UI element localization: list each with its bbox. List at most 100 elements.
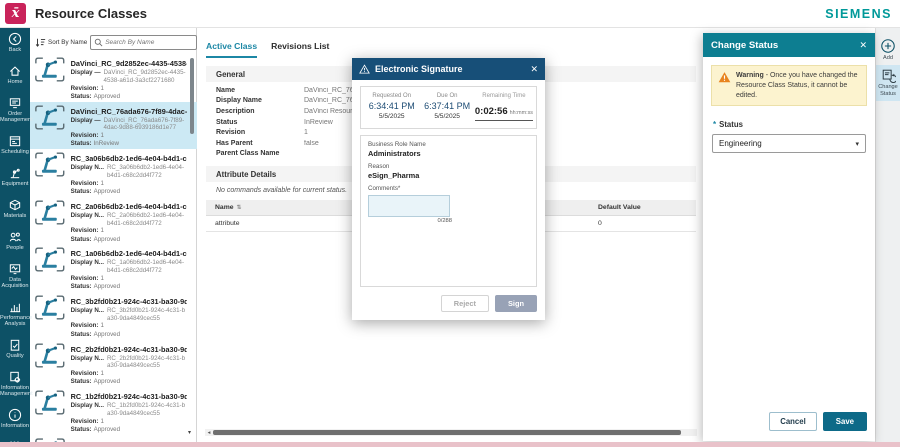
save-button[interactable]: Save	[823, 412, 867, 431]
list-item[interactable]: DaVinci_RC_9d2852ec-4435-4538-a61... Dis…	[30, 54, 197, 102]
list-item[interactable]: RC_2a06b6db2-1ed6-4e04-b4d1-c68c2... Dis…	[30, 197, 197, 245]
sidebar-item-people[interactable]: People	[0, 230, 30, 262]
status-label: Status:	[71, 140, 92, 147]
remaining-value: 0:02:56	[475, 106, 508, 117]
search-icon	[94, 38, 103, 47]
status-value: Approved	[94, 283, 121, 290]
field-label: Parent Class Name	[216, 150, 304, 157]
right-action-rail: Add Change Status	[875, 28, 900, 442]
revision-value: 1	[100, 418, 103, 425]
revision-value: 1	[100, 180, 103, 187]
status-label: Status:	[71, 378, 92, 385]
sidebar-item-home[interactable]: Home	[0, 64, 30, 96]
equipment-icon	[8, 166, 22, 180]
sort-arrows-icon[interactable]: ⇅	[237, 205, 242, 211]
list-item[interactable]: RC_3a06b6db2-1ed6-4e04-b4d1-c68c2... Dis…	[30, 149, 197, 197]
sidebar-item-equipment[interactable]: Equipment	[0, 166, 30, 198]
sidebar-item-information[interactable]: Information	[0, 408, 30, 440]
comments-textarea[interactable]	[368, 195, 450, 217]
list-item[interactable]: RC_1b2fd0b21-924c-4c31-ba30-9da484... Di…	[30, 387, 197, 435]
resource-class-list-panel: Sort By Name DaVinci_RC_9d2852ec-4435-45…	[30, 28, 197, 442]
sidebar-item-scheduling[interactable]: Scheduling	[0, 134, 30, 166]
display-value: DaVinci_RC_9d2852ec-4435-4538-a61d-3a3cf…	[104, 69, 187, 85]
revision-value: 1	[100, 227, 103, 234]
search-input[interactable]	[105, 39, 193, 46]
revision-label: Revision:	[71, 370, 99, 377]
list-item-selected[interactable]: DaVinci_RC_76ada676-7f89-4dac-9d88... Di…	[30, 102, 197, 150]
due-on-label: Due On	[419, 93, 474, 99]
window-edge	[0, 442, 900, 447]
due-date: 5/5/2025	[419, 113, 474, 120]
warning-banner: Warning - Once you have changed the Reso…	[711, 65, 867, 106]
resource-class-icon	[35, 57, 65, 82]
scroll-left-icon[interactable]: ◂	[205, 430, 213, 436]
reject-button[interactable]: Reject	[441, 295, 489, 312]
display-label: Display N...	[71, 164, 104, 180]
back-icon	[8, 32, 22, 46]
list-item[interactable]: RC_1a06b6db2-1ed6-4e04-b4d1-c68c2... Dis…	[30, 244, 197, 292]
list-item-partial[interactable]	[30, 435, 197, 442]
sidebar-item-order-management[interactable]: Order Management	[0, 96, 30, 134]
sign-button[interactable]: Sign	[495, 295, 537, 312]
revision-value: 1	[100, 275, 103, 282]
field-value: false	[304, 140, 319, 147]
reason-value: eSign_Pharma	[368, 171, 529, 180]
status-label: Status:	[71, 93, 92, 100]
scrollbar-thumb[interactable]	[213, 430, 681, 435]
revision-value: 1	[100, 322, 103, 329]
horizontal-scrollbar[interactable]: ◂	[205, 429, 697, 436]
information-management-icon	[8, 370, 22, 384]
sidebar-item-information-management[interactable]: Information Management	[0, 370, 30, 408]
sidebar-item-data-acquisition[interactable]: Data Acquisition	[0, 262, 30, 300]
electronic-signature-dialog: Electronic Signature ✕ Requested On 6:34…	[352, 58, 545, 320]
data-acquisition-icon	[8, 262, 22, 276]
sidebar-item-quality[interactable]: Quality	[0, 338, 30, 370]
display-value: DaVinci_RC_76ada676-7f89-4dac-9d88-69391…	[104, 117, 187, 133]
sidebar-item-performance-analysis[interactable]: Performance Analysis	[0, 300, 30, 338]
display-label: Display —	[71, 69, 101, 85]
item-title: RC_2a06b6db2-1ed6-4e04-b4d1-c68c2...	[71, 202, 187, 211]
revision-value: 1	[100, 85, 103, 92]
tab-active-class[interactable]: Active Class	[206, 41, 257, 58]
display-label: Display N...	[71, 259, 104, 275]
status-value: Approved	[94, 188, 121, 195]
add-button[interactable]: Add	[876, 35, 900, 65]
sort-icon[interactable]	[35, 37, 46, 48]
cancel-button[interactable]: Cancel	[769, 412, 817, 431]
resource-class-icon	[35, 390, 65, 415]
scrollbar-thumb[interactable]	[190, 58, 194, 134]
item-title: RC_3a06b6db2-1ed6-4e04-b4d1-c68c2...	[71, 154, 187, 163]
warning-icon	[718, 71, 731, 100]
close-icon[interactable]: ✕	[530, 65, 538, 74]
people-icon	[8, 230, 22, 244]
list-item[interactable]: RC_2b2fd0b21-924c-4c31-ba30-9da48... Dis…	[30, 340, 197, 388]
close-icon[interactable]: ✕	[859, 41, 867, 50]
list-item[interactable]: RC_3b2fd0b21-924c-4c31-ba30-9da48... Dis…	[30, 292, 197, 340]
sort-by-name-label[interactable]: Sort By Name	[48, 39, 87, 46]
column-default-value[interactable]: Default Value	[589, 204, 696, 211]
sidebar-item-back[interactable]: Back	[0, 32, 30, 64]
app-icon[interactable]: x̄	[5, 3, 26, 24]
dialog-header: Electronic Signature ✕	[352, 58, 545, 80]
display-value: RC_1a06b6db2-1ed6-4e04-b4d1-c68c2dd4f772	[107, 259, 187, 275]
tab-revisions-list[interactable]: Revisions List	[271, 41, 329, 58]
status-value: InReview	[94, 140, 119, 147]
change-status-button[interactable]: Change Status	[876, 65, 900, 101]
list-scrollbar[interactable]: ▾	[190, 56, 195, 438]
display-value: RC_2a06b6db2-1ed6-4e04-b4d1-c68c2dd4f772	[107, 212, 187, 228]
item-title: RC_3b2fd0b21-924c-4c31-ba30-9da48...	[71, 297, 187, 306]
revision-value: 1	[100, 132, 103, 139]
scroll-down-icon[interactable]: ▾	[188, 429, 191, 436]
no-commands-note: No commands available for current status…	[216, 187, 347, 194]
item-title: DaVinci_RC_9d2852ec-4435-4538-a61...	[71, 59, 187, 68]
item-title: RC_1a06b6db2-1ed6-4e04-b4d1-c68c2...	[71, 249, 187, 258]
list-toolbar: Sort By Name	[30, 32, 197, 52]
item-title: RC_2b2fd0b21-924c-4c31-ba30-9da48...	[71, 345, 187, 354]
resource-class-icon	[35, 152, 65, 177]
sidebar-item-materials[interactable]: Materials	[0, 198, 30, 230]
status-select[interactable]: Engineering ▾	[712, 134, 866, 153]
status-label: Status:	[71, 236, 92, 243]
display-value: RC_1b2fd0b21-924c-4c31-ba30-9da4849cec55	[107, 402, 187, 418]
panel-title: Change Status	[711, 40, 859, 51]
field-label: Has Parent	[216, 140, 304, 147]
